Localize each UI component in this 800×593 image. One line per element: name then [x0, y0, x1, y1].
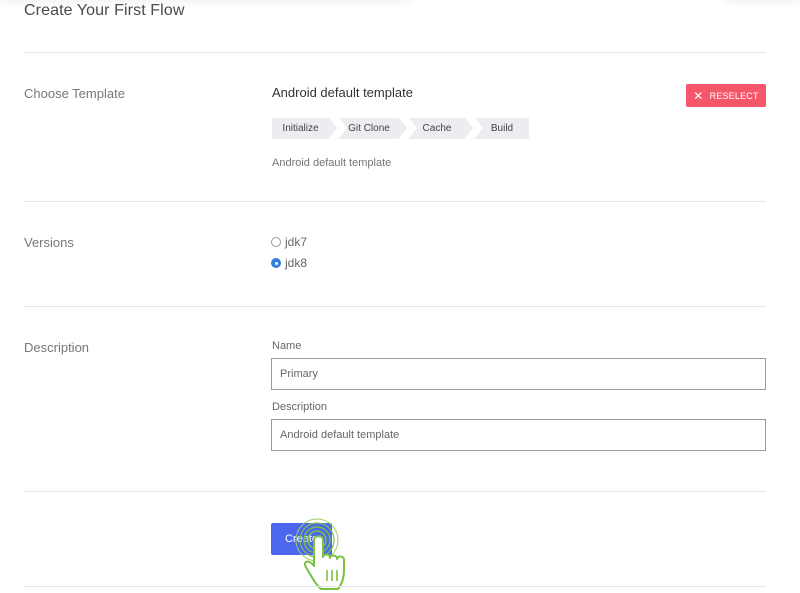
reselect-button[interactable]: ✕ RESELECT: [686, 84, 766, 107]
template-description: Android default template: [272, 157, 392, 169]
divider: [24, 201, 766, 202]
close-icon: ✕: [693, 88, 704, 103]
template-name: Android default template: [272, 85, 413, 100]
step-label: Git Clone: [348, 123, 390, 134]
step-label: Initialize: [282, 123, 319, 134]
description-input[interactable]: Android default template: [271, 419, 766, 451]
step-notch: [339, 118, 347, 138]
version-label: jdk8: [285, 256, 308, 270]
version-option-jdk8[interactable]: jdk8: [271, 256, 307, 270]
version-label: jdk7: [285, 235, 308, 249]
step-notch: [409, 118, 417, 138]
divider: [24, 491, 766, 492]
step-arrow: [329, 118, 337, 138]
divider: [24, 306, 766, 307]
template-steps: Initialize Git Clone Cache Build: [272, 118, 531, 139]
step-cache: Cache: [409, 118, 473, 139]
step-initialize: Initialize: [272, 118, 337, 139]
radio-checked-icon[interactable]: [271, 258, 281, 268]
reselect-label: RESELECT: [709, 90, 759, 101]
versions-label: Versions: [24, 235, 74, 250]
step-label: Cache: [422, 123, 452, 134]
step-notch: [475, 118, 483, 138]
version-option-jdk7[interactable]: jdk7: [271, 235, 307, 249]
name-input[interactable]: Primary: [271, 358, 766, 390]
step-label: Build: [490, 123, 514, 134]
create-button[interactable]: Create: [271, 523, 332, 555]
radio-unchecked-icon[interactable]: [271, 237, 281, 247]
name-field-label: Name: [272, 340, 302, 352]
choose-template-label: Choose Template: [24, 86, 125, 101]
divider: [24, 52, 766, 53]
step-arrow: [465, 118, 473, 138]
description-field-label: Description: [272, 401, 328, 413]
description-section-label: Description: [24, 340, 90, 355]
divider: [24, 586, 766, 587]
page-title: Create Your First Flow: [24, 2, 185, 19]
step-git-clone: Git Clone: [339, 118, 407, 139]
step-arrow: [399, 118, 407, 138]
step-build: Build: [475, 118, 529, 139]
